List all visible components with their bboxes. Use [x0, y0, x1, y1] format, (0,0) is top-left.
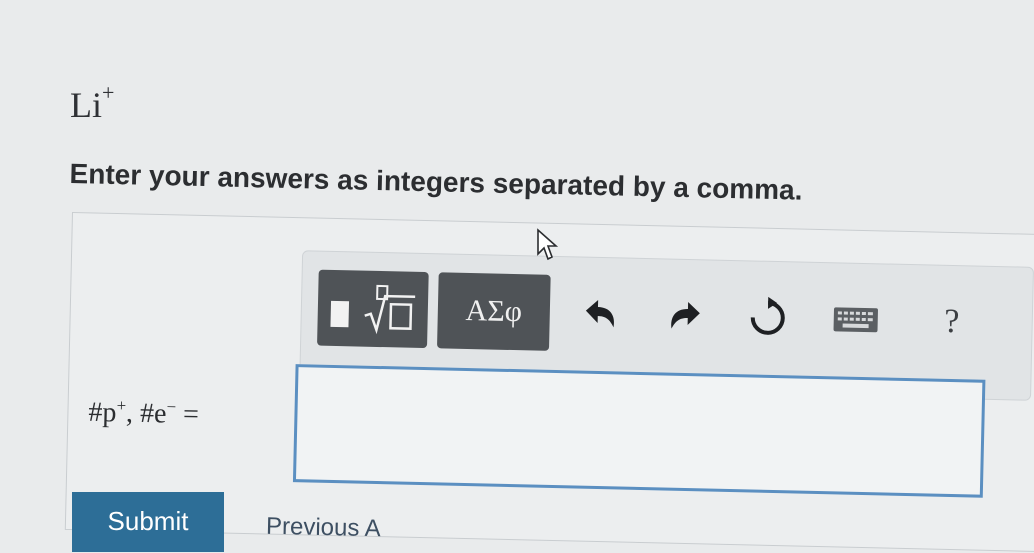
species-charge: + — [102, 80, 115, 105]
redo-icon — [671, 302, 700, 329]
submit-button[interactable]: Submit — [72, 492, 224, 552]
label-protons: #p — [88, 396, 117, 429]
undo-icon — [585, 299, 614, 328]
reset-button[interactable] — [737, 279, 799, 356]
templates-icon — [330, 284, 416, 335]
label-separator: , — [125, 397, 141, 429]
label-electrons-sup: − — [166, 397, 177, 417]
instruction-text: Enter your answers as integers separated… — [69, 158, 803, 206]
answer-input[interactable] — [292, 364, 986, 498]
greek-symbols-button[interactable]: ΑΣφ — [437, 272, 551, 351]
label-protons-sup: + — [116, 396, 127, 416]
mouse-cursor-icon — [536, 228, 560, 267]
reset-icon — [750, 296, 785, 335]
redo-button[interactable] — [653, 277, 715, 354]
species-symbol: Li — [70, 85, 102, 125]
label-equals: = — [175, 398, 200, 431]
previous-answers-link[interactable]: Previous A — [266, 513, 381, 544]
templates-button[interactable] — [317, 269, 429, 349]
help-button[interactable]: ? — [921, 283, 983, 360]
label-electrons: #e — [139, 397, 167, 430]
keyboard-icon — [833, 307, 878, 333]
answer-label: #p+, #e− = — [88, 395, 199, 431]
species-formula: Li+ — [70, 80, 114, 126]
keyboard-button[interactable] — [825, 281, 887, 358]
undo-button[interactable] — [571, 275, 633, 352]
